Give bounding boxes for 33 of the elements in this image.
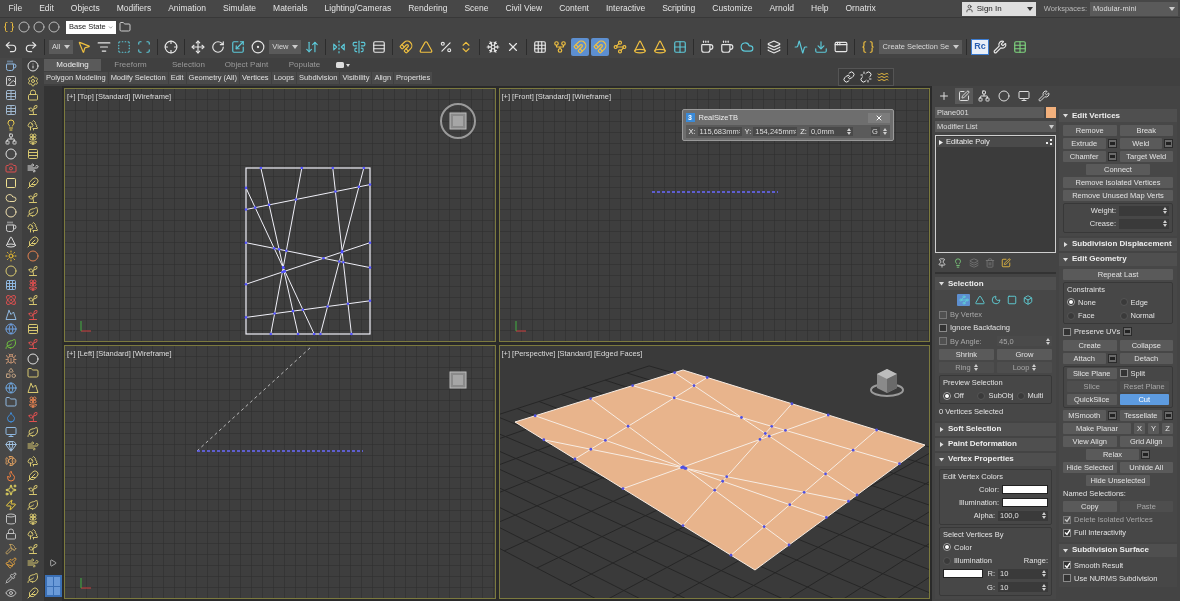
rollout-header[interactable]: Subdivision Surface bbox=[1059, 543, 1177, 557]
menu-item[interactable]: File bbox=[0, 2, 31, 15]
menu-item[interactable]: Civil View bbox=[497, 2, 551, 15]
menu-item[interactable]: Scene bbox=[455, 2, 497, 15]
rollout-header[interactable]: Subdivision Displacement bbox=[1059, 237, 1177, 251]
menu-item[interactable]: Rendering bbox=[399, 2, 456, 15]
ribbon-tab[interactable]: Modeling bbox=[44, 58, 101, 71]
menu-item[interactable]: Modifiers bbox=[108, 2, 160, 15]
rollout-header[interactable]: Vertex Properties bbox=[935, 452, 1056, 466]
menu-item[interactable]: Help bbox=[802, 2, 837, 15]
ribbon-tab[interactable]: Selection bbox=[160, 58, 217, 71]
menu-item[interactable]: Edit bbox=[30, 2, 63, 15]
menu-item[interactable]: Animation bbox=[159, 2, 215, 15]
menu-item[interactable]: Scripting bbox=[653, 2, 704, 15]
ribbon-tab[interactable]: Populate bbox=[276, 58, 333, 71]
sign-in-dropdown[interactable]: Sign In bbox=[961, 1, 1036, 16]
rollout-header[interactable]: Soft Selection bbox=[935, 422, 1056, 436]
menu-item[interactable]: Objects bbox=[62, 2, 109, 15]
menu-item[interactable]: Arnold bbox=[760, 2, 803, 15]
menu-item[interactable]: Content bbox=[550, 2, 598, 15]
ribbon-tab[interactable]: Object Paint bbox=[218, 58, 275, 71]
rollout-header[interactable]: Paint Deformation bbox=[935, 437, 1056, 451]
menu-item[interactable]: Ornatrix bbox=[837, 2, 885, 15]
rollout-header[interactable]: Edit Geometry bbox=[1059, 252, 1177, 266]
menu-item[interactable]: Simulate bbox=[214, 2, 265, 15]
rollout-header[interactable]: Selection bbox=[935, 277, 1056, 290]
menu-item[interactable]: Interactive bbox=[597, 2, 654, 15]
menu-item[interactable]: Customize bbox=[703, 2, 761, 15]
ribbon-tab[interactable]: Freeform bbox=[102, 58, 159, 71]
rc-button[interactable]: Rc bbox=[971, 39, 989, 55]
menu-item[interactable]: Materials bbox=[264, 2, 317, 15]
menu-item[interactable]: Lighting/Cameras bbox=[316, 2, 400, 15]
rollout-header[interactable]: Edit Vertices bbox=[1059, 109, 1177, 122]
